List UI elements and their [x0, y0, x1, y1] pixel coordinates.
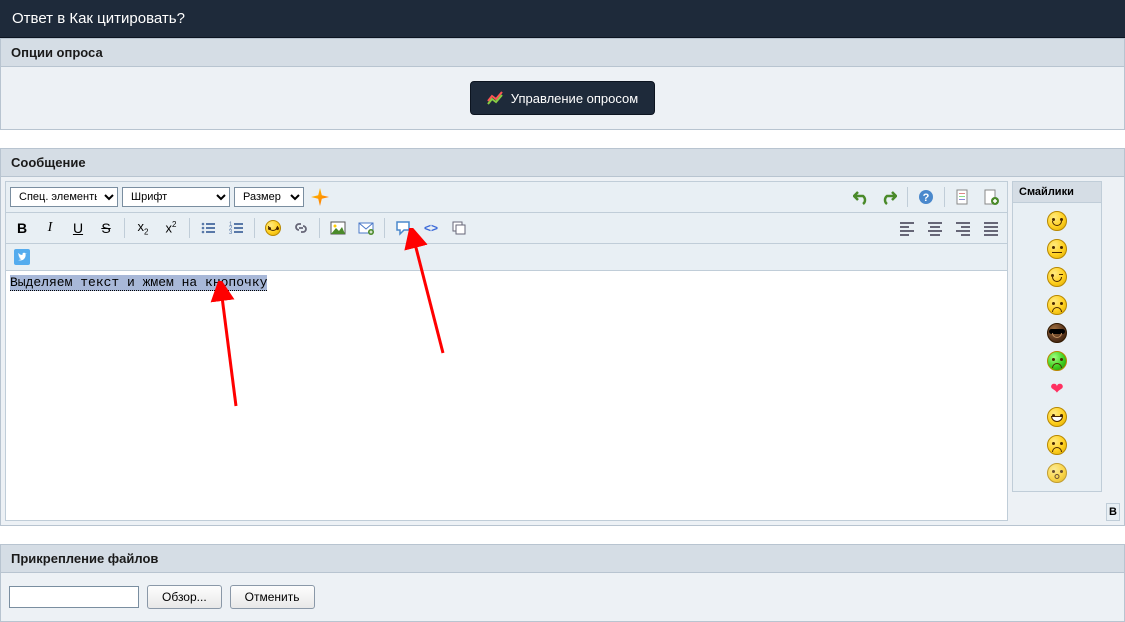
undo-button[interactable] [849, 186, 873, 208]
subscript-icon: x2 [138, 219, 149, 237]
smiley-smile[interactable] [1047, 211, 1067, 231]
align-left-icon [899, 220, 915, 236]
annotation-arrow-1 [186, 281, 266, 411]
specials-select[interactable]: Спец. элементы [10, 187, 118, 207]
code-button[interactable]: <> [419, 217, 443, 239]
quote-icon [395, 220, 411, 236]
smilies-header: Смайлики [1013, 182, 1101, 203]
smiley-wink[interactable] [1047, 267, 1067, 287]
copy-icon [451, 220, 467, 236]
subscript-button[interactable]: x2 [131, 217, 155, 239]
cancel-attach-button[interactable]: Отменить [230, 585, 315, 609]
poll-section-body: Управление опросом [0, 67, 1125, 130]
smiley-surprised[interactable] [1047, 463, 1067, 483]
copy-button[interactable] [447, 217, 471, 239]
superscript-button[interactable]: x2 [159, 217, 183, 239]
svg-text:?: ? [923, 192, 930, 204]
toolbar-row-1: Спец. элементы Шрифт Размер ? [5, 181, 1008, 213]
strike-button[interactable]: S [94, 217, 118, 239]
emoticon-icon [265, 220, 281, 236]
underline-button[interactable]: U [66, 217, 90, 239]
editor-text: Выделяем текст и жмем на кнопочку [10, 275, 267, 291]
ulist-icon [200, 220, 216, 236]
page-icon [955, 189, 971, 205]
remove-format-button[interactable] [308, 186, 332, 208]
image-button[interactable] [326, 217, 350, 239]
editor-wrap: Спец. элементы Шрифт Размер ? B I U S [0, 177, 1125, 526]
editor-main: Спец. элементы Шрифт Размер ? B I U S [5, 181, 1008, 521]
redo-icon [881, 189, 897, 205]
editor-textarea[interactable]: Выделяем текст и жмем на кнопочку [5, 271, 1008, 521]
smiley-sick[interactable] [1047, 351, 1067, 371]
smiley-sad[interactable] [1047, 435, 1067, 455]
email-icon [358, 220, 374, 236]
font-select[interactable]: Шрифт [122, 187, 230, 207]
fullscreen-button[interactable] [979, 186, 1003, 208]
page-title-bar: Ответ в Как цитировать? [0, 0, 1125, 38]
italic-icon: I [48, 220, 53, 236]
poll-icon [487, 90, 503, 106]
align-left-button[interactable] [895, 217, 919, 239]
link-icon [293, 220, 309, 236]
toolbar-row-3 [5, 244, 1008, 271]
strike-icon: S [101, 220, 110, 236]
poll-section-header: Опции опроса [0, 38, 1125, 67]
bold-icon: B [17, 220, 27, 236]
wand-icon [311, 188, 329, 206]
twitter-icon [14, 249, 30, 265]
smilies-panel: Смайлики ❤ [1012, 181, 1102, 492]
smiley-neutral[interactable] [1047, 239, 1067, 259]
browse-button[interactable]: Обзор... [147, 585, 222, 609]
smiley-angry[interactable] [1047, 295, 1067, 315]
message-section-header: Сообщение [0, 148, 1125, 177]
align-center-button[interactable] [923, 217, 947, 239]
image-icon [330, 220, 346, 236]
file-path-input[interactable] [9, 586, 139, 608]
code-icon: <> [424, 221, 438, 235]
underline-icon: U [73, 220, 83, 236]
superscript-icon: x2 [166, 220, 177, 235]
italic-button[interactable]: I [38, 217, 62, 239]
email-button[interactable] [354, 217, 378, 239]
bold-button[interactable]: B [10, 217, 34, 239]
align-justify-icon [983, 220, 999, 236]
ulist-button[interactable] [196, 217, 220, 239]
smiley-grin[interactable] [1047, 407, 1067, 427]
side-letter[interactable]: В [1106, 503, 1120, 521]
align-right-icon [955, 220, 971, 236]
help-icon: ? [918, 189, 934, 205]
undo-icon [853, 189, 869, 205]
redo-button[interactable] [877, 186, 901, 208]
olist-button[interactable]: 123 [224, 217, 248, 239]
emoticon-button[interactable] [261, 217, 285, 239]
smiley-love[interactable]: ❤ [1047, 379, 1067, 399]
attach-section-header: Прикрепление файлов [0, 544, 1125, 573]
page-title: Ответ в Как цитировать? [12, 10, 185, 27]
help-button[interactable]: ? [914, 186, 938, 208]
toolbar-row-2: B I U S x2 x2 123 <> [5, 213, 1008, 244]
align-justify-button[interactable] [979, 217, 1003, 239]
attach-section-body: Обзор... Отменить [0, 573, 1125, 622]
toggle-mode-button[interactable] [951, 186, 975, 208]
size-select[interactable]: Размер [234, 187, 304, 207]
align-right-button[interactable] [951, 217, 975, 239]
align-center-icon [927, 220, 943, 236]
page-plus-icon [983, 189, 999, 205]
svg-text:3: 3 [229, 230, 233, 236]
olist-icon: 123 [228, 220, 244, 236]
smiley-cool[interactable] [1047, 323, 1067, 343]
quote-button[interactable] [391, 217, 415, 239]
link-button[interactable] [289, 217, 313, 239]
twitter-button[interactable] [10, 246, 34, 268]
manage-poll-button[interactable]: Управление опросом [470, 81, 655, 115]
